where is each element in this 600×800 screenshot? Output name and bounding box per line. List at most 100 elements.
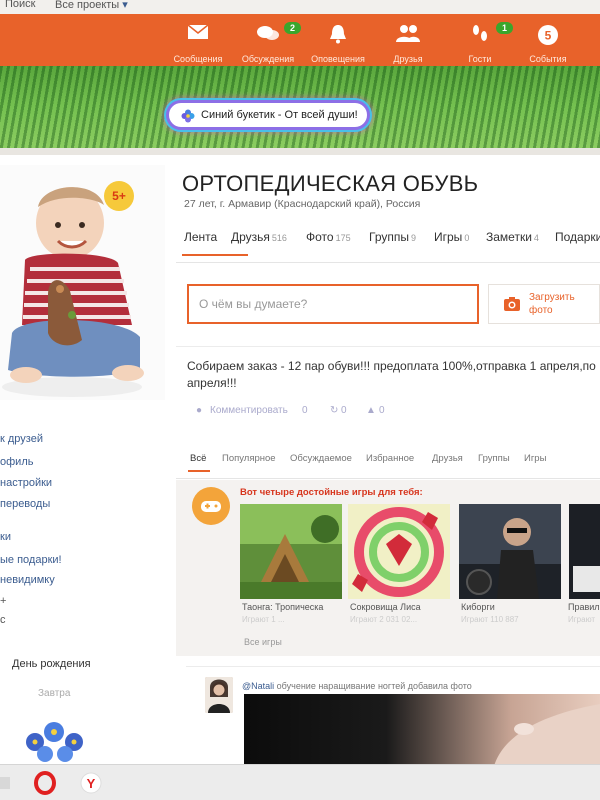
gift-text: Синий букетик - От всей души! [201, 109, 358, 121]
post-author-line: @Natali обучение наращивание ногтей доба… [242, 681, 472, 691]
taskbar-button[interactable] [0, 769, 30, 797]
post-author[interactable]: @Natali [242, 681, 274, 691]
game-players: Играют 1 ... [242, 615, 285, 624]
post-author-avatar[interactable] [205, 677, 233, 713]
flower-icon [181, 109, 195, 123]
game-card[interactable] [348, 504, 450, 599]
taskbar: Y [0, 764, 600, 800]
yandex-browser-icon[interactable]: Y [76, 769, 106, 797]
like-icon[interactable]: ▲ [366, 405, 376, 416]
game-name[interactable]: Сокровища Лиса [350, 602, 421, 612]
friends-icon [396, 25, 420, 42]
active-feed-tab-indicator [188, 470, 210, 472]
left-menu-item[interactable]: невидимку [0, 574, 55, 586]
nav-messages[interactable]: Сообщения [163, 14, 233, 66]
active-tab-indicator [182, 254, 248, 256]
envelope-icon [187, 24, 209, 39]
left-menu-item[interactable]: переводы [0, 498, 50, 510]
svg-text:5: 5 [545, 29, 552, 43]
speech-bubbles-icon [257, 26, 279, 40]
nav-label: Сообщения [173, 54, 223, 64]
post-placeholder: О чём вы думаете? [199, 297, 308, 311]
footprints-icon [473, 25, 487, 41]
game-players: Играют 2 031 02... [350, 615, 418, 624]
game-name[interactable]: Правил [568, 602, 600, 612]
birthday-label[interactable]: День рождения [12, 658, 91, 670]
comment-button[interactable]: Комментировать [210, 405, 288, 416]
game-name[interactable]: Киборги [461, 602, 495, 612]
shares-count: 0 [341, 405, 347, 416]
tab-notes[interactable]: Заметки 4 [486, 230, 539, 244]
left-menu-item[interactable]: настройки [0, 477, 52, 489]
tab-count: 0 [464, 233, 470, 243]
discussions-badge: 2 [284, 22, 302, 34]
feed-tab-all[interactable]: Всё [190, 453, 206, 464]
feed-tab-friends[interactable]: Друзья [432, 453, 463, 464]
status-text: Собираем заказ - 12 пар обуви!!! предопл… [187, 359, 596, 390]
chevron-down-icon: ▾ [122, 0, 128, 11]
tab-photos[interactable]: Фото 175 [306, 230, 351, 244]
events-icon: 5 [538, 25, 558, 45]
game-players: Играют [568, 615, 596, 624]
camera-icon [504, 297, 520, 311]
nav-notifications[interactable]: Оповещения [303, 14, 373, 66]
tab-friends[interactable]: Друзья 516 [231, 230, 287, 244]
tab-games[interactable]: Игры 0 [434, 230, 469, 244]
upload-photo-button[interactable]: Загрузить фото [488, 284, 600, 324]
game-card[interactable] [569, 504, 600, 599]
left-menu-item[interactable]: ые подарки! [0, 554, 62, 566]
tab-gifts[interactable]: Подарки [555, 230, 600, 244]
game-thumbnail [240, 504, 342, 599]
tab-count: 9 [410, 233, 416, 243]
nav-label: События [529, 54, 567, 64]
divider [176, 262, 600, 263]
feed-tab-groups[interactable]: Группы [478, 453, 510, 464]
game-name[interactable]: Таонга: Тропическа [242, 602, 323, 612]
tab-count: 175 [335, 233, 351, 243]
gamepad-icon [192, 487, 230, 525]
left-menu-item[interactable]: с [0, 614, 6, 626]
game-thumbnail [348, 504, 450, 599]
game-thumbnail [459, 504, 561, 599]
projects-dropdown[interactable]: Все проекты ▾ [55, 0, 128, 11]
left-menu-item[interactable]: ки [0, 531, 11, 543]
post-input[interactable]: О чём вы думаете? [187, 284, 479, 324]
tab-groups[interactable]: Группы 9 [369, 230, 416, 244]
feed-tab-favorites[interactable]: Избранное [366, 453, 414, 464]
top-bar: Поиск Все проекты ▾ [0, 0, 600, 14]
guests-badge: 1 [496, 22, 514, 34]
tab-feed[interactable]: Лента [184, 230, 217, 244]
comments-count: 0 [302, 405, 308, 416]
share-icon[interactable]: ↻ [330, 405, 338, 416]
nav-label: Друзья [393, 54, 423, 64]
left-menu-item[interactable]: офиль [0, 456, 33, 468]
bell-icon [330, 25, 346, 44]
gift-banner[interactable]: Синий букетик - От всей души! [166, 100, 370, 130]
game-card[interactable] [240, 504, 342, 599]
game-thumbnail [569, 504, 600, 599]
avatar[interactable] [0, 165, 165, 400]
nav-discussions[interactable]: 2 Обсуждения [233, 14, 303, 66]
tab-count: 4 [533, 233, 539, 243]
left-menu-item[interactable]: к друзей [0, 433, 43, 445]
feed-tab-popular[interactable]: Популярное [222, 453, 276, 464]
opera-icon[interactable] [30, 769, 60, 797]
odnoklassniki-profile-page: Поиск Все проекты ▾ Сообщения 2 Обсужден… [0, 0, 600, 800]
feed-tab-games[interactable]: Игры [524, 453, 546, 464]
svg-text:Y: Y [87, 776, 96, 791]
feed-tab-discussed[interactable]: Обсуждаемое [290, 453, 352, 464]
profile-location: 27 лет, г. Армавир (Краснодарский край),… [184, 198, 421, 210]
game-players: Играют 110 887 [461, 615, 519, 624]
all-games-link[interactable]: Все игры [244, 637, 282, 647]
post-photo[interactable] [244, 694, 600, 766]
nav-guests[interactable]: 1 Гости [445, 14, 515, 66]
left-menu-item[interactable]: + [0, 595, 6, 607]
nav-friends[interactable]: Друзья [373, 14, 443, 66]
age-rating-badge: 5+ [104, 181, 134, 211]
post-group[interactable]: обучение наращивание ногтей [277, 681, 406, 691]
nav-events[interactable]: 5 События [513, 14, 583, 66]
games-title: Вот четыре достойные игры для тебя: [240, 487, 423, 498]
baby-photo [0, 165, 165, 400]
game-card[interactable] [459, 504, 561, 599]
search-link[interactable]: Поиск [5, 0, 35, 10]
